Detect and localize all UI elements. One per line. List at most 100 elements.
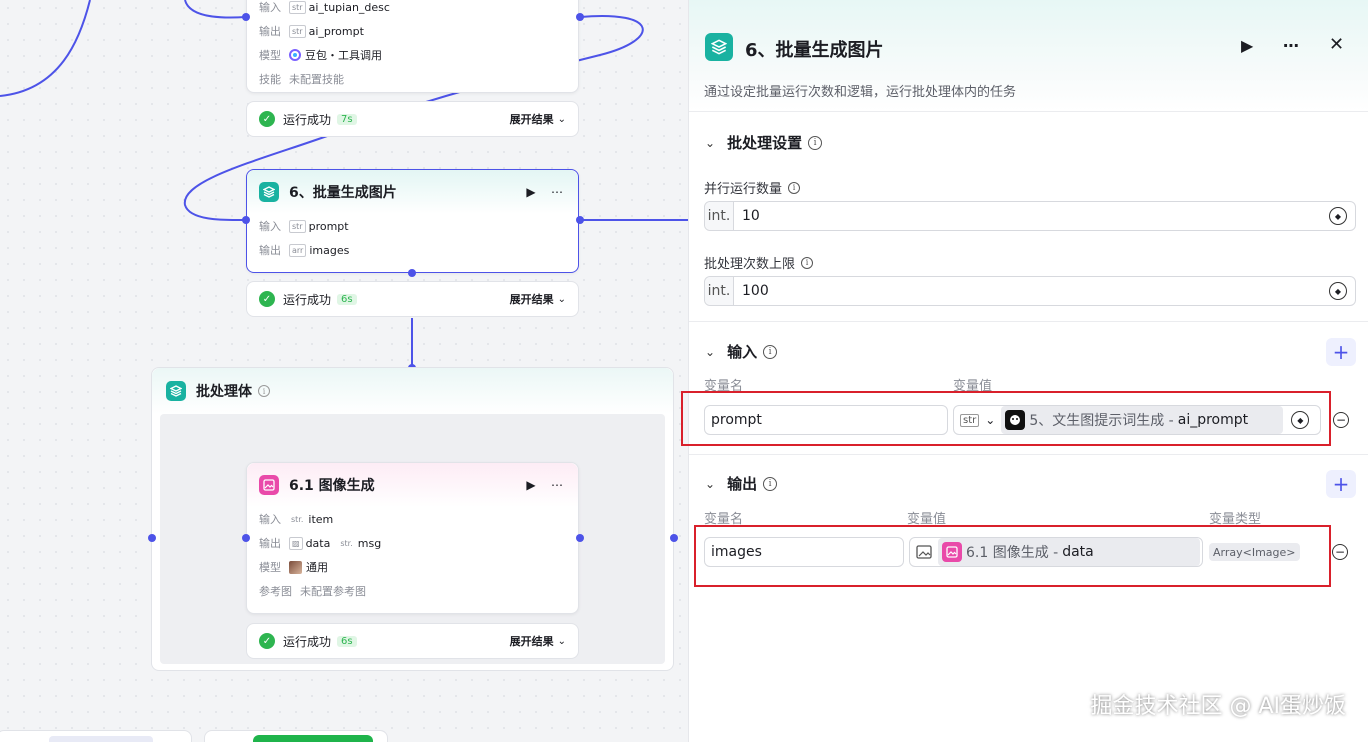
success-check-icon: ✓ xyxy=(259,111,275,127)
image-run-status: ✓ 运行成功 6s 展开结果 ⌄ xyxy=(246,623,579,659)
ref-label: 参考图 xyxy=(259,585,292,598)
info-icon[interactable]: i xyxy=(763,344,778,359)
node-output-row: 输出 ▨ data str. msg xyxy=(247,531,578,555)
run-icon[interactable]: ▶ xyxy=(1241,36,1253,55)
model-label: 模型 xyxy=(259,561,281,574)
skill-value: 未配置技能 xyxy=(289,73,344,86)
image-node-header: 6.1 图像生成 ▶ ⋯ xyxy=(247,463,578,507)
batch-node-header: 6、批量生成图片 ▶ ⋯ xyxy=(247,170,578,214)
llm-node-out-port[interactable] xyxy=(576,13,584,21)
status-text: 运行成功 xyxy=(283,292,332,307)
output-label: 输出 xyxy=(259,25,281,38)
image-node-out-port[interactable] xyxy=(576,534,584,542)
model-avatar-icon xyxy=(289,560,302,574)
outputs-header[interactable]: ⌄ 输出 i xyxy=(705,473,778,494)
image-gen-node[interactable]: 6.1 图像生成 ▶ ⋯ 输入 str. item 输出 ▨ data str. ms… xyxy=(246,462,579,614)
add-input-button[interactable]: + xyxy=(1326,338,1356,366)
info-icon[interactable]: i xyxy=(258,385,270,397)
status-text: 运行成功 xyxy=(283,112,332,127)
chevron-down-icon: ⌄ xyxy=(705,135,716,150)
more-icon[interactable]: ⋯ xyxy=(1283,36,1299,55)
panel-description[interactable]: 通过设定批量运行次数和逻辑，运行批处理体内的任务 xyxy=(704,81,1016,100)
input-label: 输入 xyxy=(259,1,281,14)
toolbar-left-group[interactable] xyxy=(0,730,192,742)
llm-node-in-port[interactable] xyxy=(242,13,250,21)
skill-label: 技能 xyxy=(259,73,281,86)
status-text: 运行成功 xyxy=(283,634,332,649)
parallel-count-value[interactable]: 10 xyxy=(734,208,1329,224)
group-right-port[interactable] xyxy=(670,534,678,542)
more-icon[interactable]: ⋯ xyxy=(548,183,566,201)
batch-node-out-port[interactable] xyxy=(576,216,584,224)
int-type-prefix: int. xyxy=(705,277,734,305)
batch-settings-header[interactable]: ⌄ 批处理设置 i xyxy=(705,132,823,153)
image-node-in-port[interactable] xyxy=(242,534,250,542)
toolbar-run-group[interactable] xyxy=(204,730,388,742)
more-icon[interactable]: ⋯ xyxy=(548,476,566,494)
expand-results-button[interactable]: 展开结果 ⌄ xyxy=(510,291,566,307)
watermark-text: 掘金技术社区 @ AI蛋炒饭 xyxy=(1090,694,1346,719)
output-var-tag: str ai_prompt xyxy=(289,24,364,38)
node-skill-row: 技能 未配置技能 xyxy=(247,67,578,91)
model-tag: 豆包・工具调用 xyxy=(289,47,382,63)
model-label: 模型 xyxy=(259,49,281,62)
info-icon[interactable]: i xyxy=(808,135,823,150)
node-output-row: 输出 str ai_prompt xyxy=(247,19,578,43)
batch-limit-value[interactable]: 100 xyxy=(734,283,1329,299)
chevron-down-icon: ⌄ xyxy=(557,635,566,647)
llm-node[interactable]: 输入 str ai_tupian_desc 输出 str ai_prompt 模型 … xyxy=(246,0,579,93)
add-output-button[interactable]: + xyxy=(1326,470,1356,498)
panel-title[interactable]: 6、批量生成图片 xyxy=(745,36,884,62)
batch-layers-icon xyxy=(259,182,279,202)
info-icon[interactable]: i xyxy=(801,256,814,269)
batch-node-bottom-port[interactable] xyxy=(408,269,416,277)
group-header: 批处理体 i xyxy=(152,368,673,414)
test-run-button[interactable] xyxy=(253,735,373,742)
time-badge: 6s xyxy=(337,293,357,305)
run-node-icon[interactable]: ▶ xyxy=(522,183,540,201)
node-input-row: 输入 str ai_tupian_desc xyxy=(247,0,578,19)
int-type-prefix: int. xyxy=(705,202,734,230)
success-check-icon: ✓ xyxy=(259,633,275,649)
group-left-port[interactable] xyxy=(148,534,156,542)
input-var-tag: str ai_tupian_desc xyxy=(289,0,390,14)
input-var-tag: str. item xyxy=(291,512,334,526)
run-node-icon[interactable]: ▶ xyxy=(522,476,540,494)
highlight-box-output xyxy=(694,525,1331,587)
input-var-tag: str prompt xyxy=(289,219,349,233)
info-icon[interactable]: i xyxy=(788,181,801,194)
workflow-canvas[interactable]: 输入 str ai_tupian_desc 输出 str ai_prompt 模型 … xyxy=(0,0,688,742)
ref-value: 未配置参考图 xyxy=(300,585,366,598)
model-tag: 通用 xyxy=(289,559,328,575)
stepper-icon[interactable]: ◆ xyxy=(1329,207,1347,225)
time-badge: 7s xyxy=(337,113,357,125)
expand-results-button[interactable]: 展开结果 ⌄ xyxy=(510,633,566,649)
node-config-panel: 6、批量生成图片 ▶ ⋯ ✕ 通过设定批量运行次数和逻辑，运行批处理体内的任务 … xyxy=(681,0,1368,742)
node-ref-row: 参考图 未配置参考图 xyxy=(247,579,578,603)
batch-node-in-port[interactable] xyxy=(242,216,250,224)
node-output-row: 输出 arr images xyxy=(247,238,578,262)
parallel-count-label: 并行运行数量 i xyxy=(704,178,801,197)
batch-node[interactable]: 6、批量生成图片 ▶ ⋯ 输入 str prompt 输出 arr images xyxy=(246,169,579,273)
output-var-tag: str. msg xyxy=(340,536,382,550)
panel-header: 6、批量生成图片 ▶ ⋯ ✕ 通过设定批量运行次数和逻辑，运行批处理体内的任务 xyxy=(689,0,1368,112)
info-icon[interactable]: i xyxy=(763,476,778,491)
expand-results-button[interactable]: 展开结果 ⌄ xyxy=(510,111,566,127)
batch-limit-input[interactable]: int. 100 ◆ xyxy=(704,276,1356,306)
close-icon[interactable]: ✕ xyxy=(1329,34,1344,55)
inputs-header[interactable]: ⌄ 输入 i xyxy=(705,341,778,362)
highlight-box-input xyxy=(681,391,1331,446)
remove-output-icon[interactable]: − xyxy=(1332,544,1348,560)
time-badge: 6s xyxy=(337,635,357,647)
batch-run-status: ✓ 运行成功 6s 展开结果 ⌄ xyxy=(246,281,579,317)
stepper-icon[interactable]: ◆ xyxy=(1329,282,1347,300)
node-input-row: 输入 str. item xyxy=(247,507,578,531)
remove-input-icon[interactable]: − xyxy=(1333,412,1349,428)
success-check-icon: ✓ xyxy=(259,291,275,307)
node-model-row: 模型 豆包・工具调用 xyxy=(247,43,578,67)
batch-limit-label: 批处理次数上限 i xyxy=(704,253,814,272)
doubao-icon xyxy=(289,49,301,61)
image-icon xyxy=(259,475,279,495)
parallel-count-input[interactable]: int. 10 ◆ xyxy=(704,201,1356,231)
llm-run-status: ✓ 运行成功 7s 展开结果 ⌄ xyxy=(246,101,579,137)
